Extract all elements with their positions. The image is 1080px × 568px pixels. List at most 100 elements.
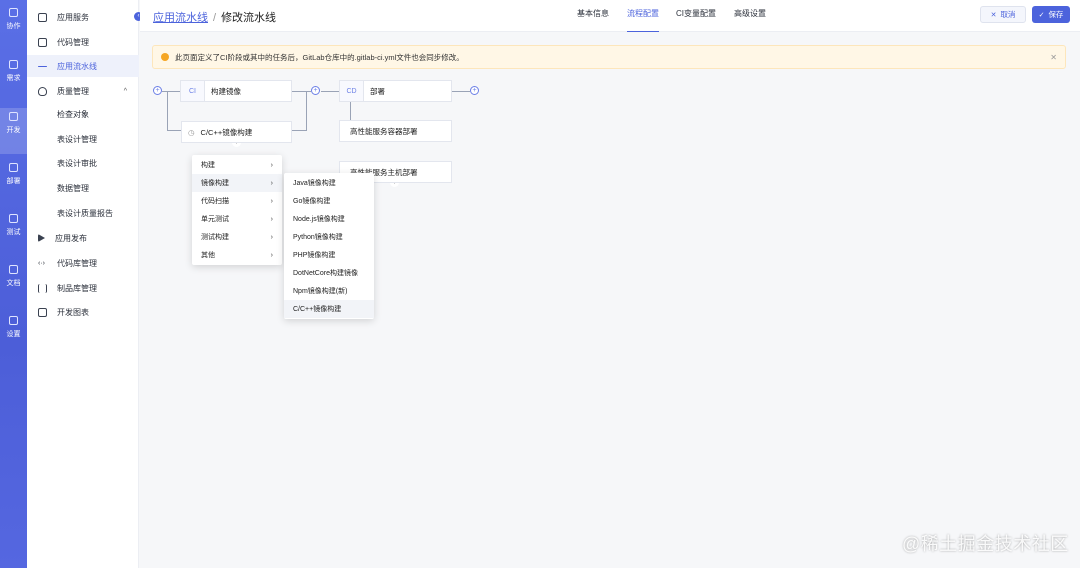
bell-icon [9,8,18,17]
connector [162,90,180,92]
rail-label: 测试 [6,229,21,236]
cd-tag: CD [340,81,364,101]
sidebar-item-label: 代码管理 [57,37,89,47]
cd-job-node[interactable]: 高性能服务容器部署 [339,120,452,142]
submenu-item-nodejs[interactable]: Node.js镜像构建 [284,210,374,228]
sidebar-item-artifact[interactable]: 制品库管理 [27,277,139,299]
chevron-right-icon: › [270,197,273,205]
sidebar-item-table-approval[interactable]: 表设计审批 [27,152,139,174]
sidebar-item-label: 表设计质量报告 [57,208,113,218]
warning-icon [161,53,169,61]
rail-label: 文档 [6,280,21,287]
sidebar-item-code[interactable]: 代码管理 [27,31,139,53]
chevron-up-icon[interactable]: ^ [124,88,127,95]
submenu-item-go[interactable]: Go镜像构建 [284,192,374,210]
send-icon [38,234,45,242]
cd-job-label: 高性能服务容器部署 [350,126,418,136]
sliders-icon [38,283,47,293]
rail-label: 设置 [6,331,21,338]
pipeline-icon [38,65,47,67]
menu-item-image-build[interactable]: 镜像构建 › [192,174,282,192]
submenu-item-cpp[interactable]: C/C++镜像构建 [284,300,374,318]
connector [321,90,339,92]
ci-job-node[interactable]: ◷ C/C++镜像构建 [181,121,292,143]
sidebar-item-label: 代码库管理 [57,258,97,268]
rail-item-deploy[interactable]: 部署 [0,163,27,203]
rail-item-test[interactable]: 测试 [0,214,27,254]
submenu-item-dotnetcore[interactable]: DotNetCore构建镜像 [284,264,374,282]
rail-item-settings[interactable]: 设置 [0,316,27,356]
save-label: 保存 [1048,10,1064,19]
rail-item-requirements[interactable]: 需求 [0,60,27,100]
chevron-right-icon: › [270,233,273,241]
rail-label: 需求 [6,75,21,82]
rail-label: 部署 [6,178,21,185]
sidebar-item-check-object[interactable]: 检查对象 [27,103,139,125]
sidebar-item-quality[interactable]: 质量管理 ^ [27,80,139,102]
sidebar-item-table-design[interactable]: 表设计管理 [27,128,139,150]
connector [292,90,311,92]
close-icon[interactable]: ✕ [1050,53,1057,62]
menu-item-test-build[interactable]: 测试构建 › [192,228,282,246]
cd-stage-node[interactable]: CD 部署 [339,80,452,102]
rail-item-collab[interactable]: 协作 [0,8,27,48]
rail-item-docs[interactable]: 文档 [0,265,27,305]
add-stage-icon[interactable]: + [311,86,320,95]
submenu-item-java[interactable]: Java镜像构建 [284,174,374,192]
tab-advanced[interactable]: 高级设置 [734,8,766,32]
sidebar-item-app-service[interactable]: 应用服务 [27,6,139,28]
close-icon: ✕ [990,11,997,19]
clipboard-icon [9,214,18,223]
breadcrumb-link[interactable]: 应用流水线 [153,12,208,24]
menu-item-code-scan[interactable]: 代码扫描 › [192,192,282,210]
rail-label: 协作 [6,23,21,30]
tab-ci-variables[interactable]: CI变量配置 [676,8,716,32]
sidebar-item-charts[interactable]: 开发图表 [27,301,139,323]
chevron-right-icon: › [270,215,273,223]
submenu-item-python[interactable]: Python镜像构建 [284,228,374,246]
ci-stage-label: 构建镜像 [211,86,241,96]
menu-item-unit-test[interactable]: 单元测试 › [192,210,282,228]
app-rail: 协作 需求 开发 部署 测试 文档 设置 [0,0,27,568]
cancel-label: 取消 [1000,10,1016,19]
sidebar-item-quality-report[interactable]: 表设计质量报告 [27,202,139,224]
connector [292,130,307,131]
add-stage-icon[interactable]: + [153,86,162,95]
clock-icon: ◷ [188,127,195,137]
layers-icon [9,60,18,69]
connector [306,91,307,131]
shield-icon [38,86,47,96]
ci-tag: CI [181,81,205,101]
cancel-button[interactable]: ✕ 取消 [980,6,1026,23]
header: 应用流水线 / 修改流水线 基本信息 流程配置 CI变量配置 高级设置 ✕ 取消 ✓… [140,0,1080,32]
menu-item-build[interactable]: 构建 › [192,156,282,174]
server-icon [9,316,18,325]
menu-item-label: 测试构建 [201,234,229,241]
sidebar-item-release[interactable]: 应用发布 [27,227,139,249]
tab-flow-config[interactable]: 流程配置 [627,8,659,32]
sidebar-item-label: 表设计审批 [57,158,97,168]
sidebar-item-data-manage[interactable]: 数据管理 [27,177,139,199]
grid-icon [38,12,47,22]
sidebar-item-label: 应用发布 [55,233,87,243]
chevron-right-icon: › [270,179,273,187]
breadcrumb: 应用流水线 / 修改流水线 [153,9,276,25]
tab-basic-info[interactable]: 基本信息 [577,8,609,32]
gear-icon [9,163,18,172]
chevron-right-icon: › [270,161,273,169]
sidebar-item-repo[interactable]: ‹·› 代码库管理 [27,252,139,274]
save-button[interactable]: ✓ 保存 [1032,6,1070,23]
menu-item-other[interactable]: 其他 › [192,246,282,264]
job-type-menu: 构建 › 镜像构建 › 代码扫描 › 单元测试 › 测试构建 › 其他 › [192,155,282,265]
info-notice: 此页面定义了CI阶段或其中的任务后，GitLab仓库中的.gitlab-ci.y… [152,45,1066,69]
rail-item-develop[interactable]: 开发 [0,108,27,154]
add-stage-icon[interactable]: + [470,86,479,95]
menu-item-label: 构建 [201,162,215,169]
notice-text: 此页面定义了CI阶段或其中的任务后，GitLab仓库中的.gitlab-ci.y… [175,52,464,62]
chart-icon [38,307,47,317]
menu-item-label: 镜像构建 [201,180,229,187]
submenu-item-npm[interactable]: Npm镜像构建(新) [284,282,374,300]
sidebar-item-pipeline[interactable]: 应用流水线 [27,55,139,77]
ci-stage-node[interactable]: CI 构建镜像 [180,80,292,102]
submenu-item-php[interactable]: PHP镜像构建 [284,246,374,264]
